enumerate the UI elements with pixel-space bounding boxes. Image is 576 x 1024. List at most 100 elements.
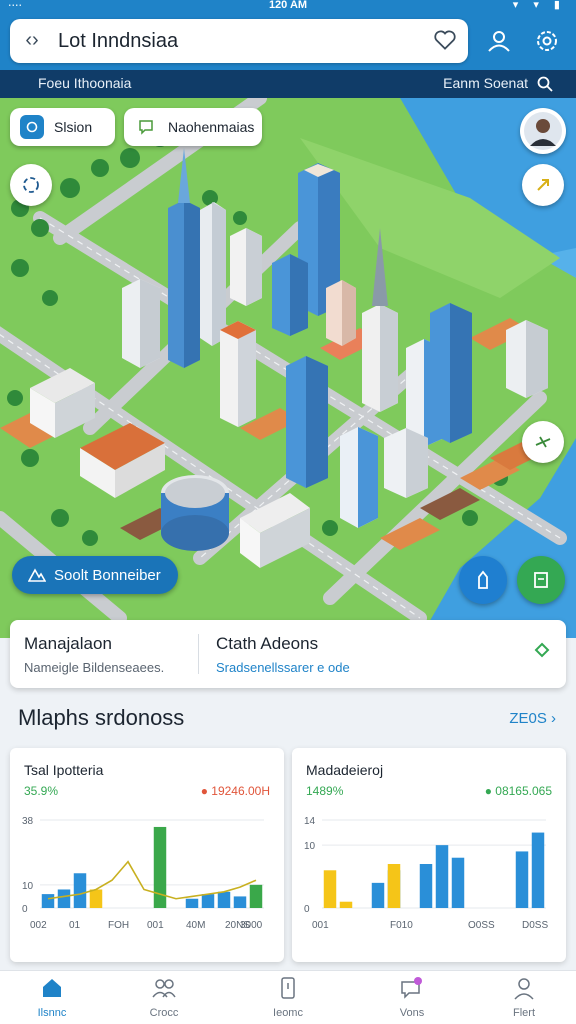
bar xyxy=(89,889,103,908)
x-tick-label: 002 xyxy=(30,920,47,931)
search-icon[interactable] xyxy=(536,75,554,93)
chart-percent: 1489% xyxy=(306,784,344,798)
bar xyxy=(217,891,231,908)
x-tick-label: FOH xyxy=(108,920,129,931)
avatar[interactable] xyxy=(520,108,566,154)
divider xyxy=(198,634,199,674)
bar xyxy=(339,901,353,908)
y-tick-label: 10 xyxy=(304,841,316,852)
y-tick-label: 38 xyxy=(22,816,34,827)
chart-card-1[interactable]: Tsal Ipotteria 35.9% ● 19246.00H 0 10 38 00… xyxy=(10,748,284,962)
bar xyxy=(41,894,55,908)
people-icon xyxy=(152,979,176,998)
info-left: Manajalaon Nameigle Bildenseaees. xyxy=(24,634,164,675)
status-bar: ⋅⋅⋅⋅ 120 AM ▾ ▾ ▮ xyxy=(0,0,576,14)
door-icon xyxy=(281,977,295,999)
home-icon xyxy=(43,979,61,997)
bar xyxy=(387,864,401,908)
share-button[interactable] xyxy=(459,556,507,604)
tab-label: Crocc xyxy=(149,1007,179,1019)
layers-button[interactable] xyxy=(522,421,564,463)
bar xyxy=(323,870,337,908)
chip-label: Naohenmaias xyxy=(168,119,255,135)
status-icons: ▾ ▾ ▮ xyxy=(512,0,566,11)
layer-chip-notifications[interactable]: Naohenmaias xyxy=(124,108,262,146)
x-tick-label: 01 xyxy=(69,920,81,931)
tab-door[interactable]: Ieomc xyxy=(248,975,328,1019)
bar xyxy=(451,857,465,908)
x-tick-label: 3000 xyxy=(240,920,263,931)
x-tick-label: D0SS xyxy=(522,920,548,931)
bar xyxy=(419,864,433,908)
info-left-title: Manajalaon xyxy=(24,634,112,653)
section-title: Mlaphs srdonoss xyxy=(18,705,185,730)
info-right-title: Ctath Adeons xyxy=(216,634,319,653)
chart-value: ● 08165.065 xyxy=(484,784,552,798)
route-icon xyxy=(535,436,551,448)
y-tick-label: 10 xyxy=(22,881,34,892)
chart-value: ● 19246.00H xyxy=(200,784,270,798)
locate-button[interactable] xyxy=(10,164,52,206)
bar xyxy=(201,894,215,908)
x-tick-label: F010 xyxy=(390,920,413,931)
mountain-icon xyxy=(28,568,46,582)
satellite-icon xyxy=(20,115,44,139)
x-tick-label: 001 xyxy=(147,920,164,931)
layer-chip-satellite[interactable]: Slsion xyxy=(10,108,115,146)
chart-card-2[interactable]: Madadeieroj 1489% ● 08165.065 0 10 14 001 F0… xyxy=(292,748,566,962)
status-time: 120 AM xyxy=(268,0,308,11)
compass-icon xyxy=(537,179,549,191)
chart-percent: 35.9% xyxy=(24,784,59,798)
y-tick-label: 0 xyxy=(304,904,310,915)
location-label: Foeu Ithoonaia xyxy=(38,75,132,91)
tab-label: Vons xyxy=(399,1007,425,1019)
search-query[interactable]: Lot Inndnsiaa xyxy=(58,30,178,53)
tab-label: Ieomc xyxy=(273,1007,303,1019)
y-tick-label: 14 xyxy=(304,816,316,827)
user-icon xyxy=(514,978,534,1000)
bar xyxy=(233,896,247,908)
diamond-icon[interactable] xyxy=(534,642,550,658)
info-right: Ctath Adeons Sradsenellssarer e ode xyxy=(216,634,350,675)
bar xyxy=(249,884,263,908)
share-icon xyxy=(478,570,488,589)
profile-icon[interactable] xyxy=(484,26,514,56)
info-right-subtitle: Sradsenellssarer e ode xyxy=(216,660,350,675)
nearby-label: Soolt Bonneiber xyxy=(54,566,161,584)
chart-title: Madadeieroj xyxy=(306,762,384,778)
info-card[interactable]: Manajalaon Nameigle Bildenseaees. Ctath … xyxy=(10,620,566,688)
x-tick-label: 001 xyxy=(312,920,329,931)
chat-icon xyxy=(401,977,422,999)
tab-home[interactable]: Ilsnnc xyxy=(12,975,92,1019)
bar xyxy=(57,889,71,908)
location-bar: Foeu Ithoonaia Eanm Soenat xyxy=(0,70,576,98)
save-button[interactable] xyxy=(517,556,565,604)
tab-profile[interactable]: Flert xyxy=(484,975,564,1019)
chart-title: Tsal Ipotteria xyxy=(24,762,104,778)
tab-label: Flert xyxy=(513,1007,535,1019)
bar xyxy=(435,845,449,908)
bookmark-icon xyxy=(534,572,548,588)
bar xyxy=(185,898,199,908)
top-bar: ‹› Lot Inndnsiaa xyxy=(0,14,576,70)
bar xyxy=(515,851,529,908)
chip-label: Slsion xyxy=(54,119,93,135)
city-map[interactable]: Slsion Naohenmaias Soolt Bonneiber xyxy=(0,98,576,638)
bottom-tab-bar: Ilsnnc Crocc Ieomc Vons Flert xyxy=(0,970,576,1024)
nearby-button[interactable]: Soolt Bonneiber xyxy=(12,556,178,594)
tab-chat[interactable]: Vons xyxy=(372,975,452,1019)
back-icon[interactable]: ‹› xyxy=(20,28,44,52)
locate-icon xyxy=(23,177,39,193)
tab-people[interactable]: Crocc xyxy=(124,975,204,1019)
chat-bubble-icon xyxy=(134,115,158,139)
compass-button[interactable] xyxy=(522,164,564,206)
heart-icon[interactable] xyxy=(432,27,458,53)
x-tick-label: O0SS xyxy=(468,920,495,931)
settings-icon[interactable] xyxy=(532,26,562,56)
bar xyxy=(371,882,385,908)
see-all-link[interactable]: ZE0S › xyxy=(509,710,556,727)
explore-link[interactable]: Eanm Soenat xyxy=(443,75,528,91)
search-bar[interactable]: ‹› Lot Inndnsiaa xyxy=(10,19,468,63)
x-tick-label: 40M xyxy=(186,920,205,931)
bar xyxy=(73,873,87,908)
